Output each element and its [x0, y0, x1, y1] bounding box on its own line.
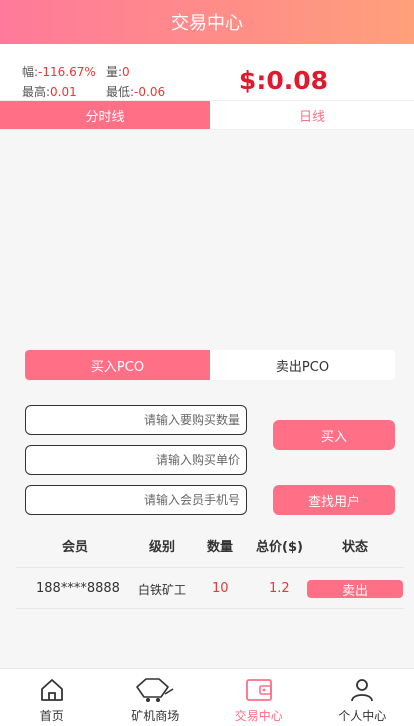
- row-total: 1.2: [269, 581, 290, 596]
- change-value: -116.67%: [38, 65, 96, 79]
- mining-cart-icon: [136, 678, 174, 702]
- home-icon: [40, 679, 63, 701]
- volume-label: 量:: [106, 65, 123, 79]
- col-total: 总价($): [256, 540, 303, 555]
- row-member: 188****8888: [36, 581, 120, 596]
- bottom-nav: 首页 矿机商场 交易中心 个人中心: [0, 668, 414, 726]
- low-stat: 最低:-0.06: [106, 83, 165, 100]
- volume-value: 0: [122, 65, 130, 79]
- low-value: -0.06: [134, 85, 166, 99]
- current-price: $:0.08: [238, 66, 328, 95]
- top-bar: 交易中心: [0, 0, 414, 44]
- change-stat: 幅:-116.67%: [22, 63, 96, 80]
- quantity-input[interactable]: [25, 405, 247, 435]
- sell-button[interactable]: 卖出: [307, 580, 403, 599]
- col-level: 级别: [149, 540, 176, 555]
- row-level: 白铁矿工: [138, 583, 187, 597]
- nav-label-trade-center: 交易中心: [234, 709, 283, 723]
- chart-tabs: 分时线 日线: [0, 100, 414, 130]
- trade-switch: 买入PCO 卖出PCO: [25, 350, 395, 380]
- nav-item-mining-mall[interactable]: 矿机商场: [104, 669, 208, 726]
- chart-area: [0, 131, 414, 331]
- unit-price-input[interactable]: [25, 445, 247, 475]
- wallet-icon: [245, 679, 272, 701]
- nav-label-mining-mall: 矿机商场: [131, 709, 180, 723]
- tab-buy-pco[interactable]: 买入PCO: [25, 350, 210, 380]
- change-label: 幅:: [22, 65, 39, 79]
- tab-sell-pco[interactable]: 卖出PCO: [210, 350, 395, 380]
- nav-label-profile: 个人中心: [338, 709, 387, 723]
- buy-button[interactable]: 买入: [273, 420, 395, 450]
- row-quantity: 10: [212, 581, 229, 596]
- col-status: 状态: [342, 540, 369, 555]
- user-icon: [351, 679, 374, 702]
- member-phone-input[interactable]: [25, 485, 247, 515]
- col-quantity: 数量: [207, 540, 234, 555]
- low-label: 最低:: [106, 85, 135, 99]
- nav-item-profile[interactable]: 个人中心: [311, 669, 414, 726]
- tab-daily[interactable]: 日线: [210, 101, 414, 129]
- high-value: 0.01: [50, 85, 77, 99]
- volume-stat: 量:0: [106, 63, 130, 80]
- market-stats: 幅:-116.67% 量:0 最高:0.01 最低:-0.06 $:0.08: [0, 44, 414, 100]
- table-header: 会员 级别 数量 总价($) 状态: [0, 536, 414, 556]
- nav-label-home: 首页: [39, 709, 64, 723]
- col-member: 会员: [62, 540, 89, 555]
- page-title: 交易中心: [171, 13, 243, 34]
- nav-item-home[interactable]: 首页: [0, 669, 104, 726]
- find-user-button[interactable]: 查找用户: [273, 485, 395, 515]
- high-stat: 最高:0.01: [22, 83, 77, 100]
- nav-item-trade-center[interactable]: 交易中心: [207, 669, 311, 726]
- tab-time-share[interactable]: 分时线: [0, 101, 210, 129]
- table-row: 188****8888 白铁矿工 10 1.2 卖出: [16, 567, 404, 609]
- high-label: 最高:: [22, 85, 51, 99]
